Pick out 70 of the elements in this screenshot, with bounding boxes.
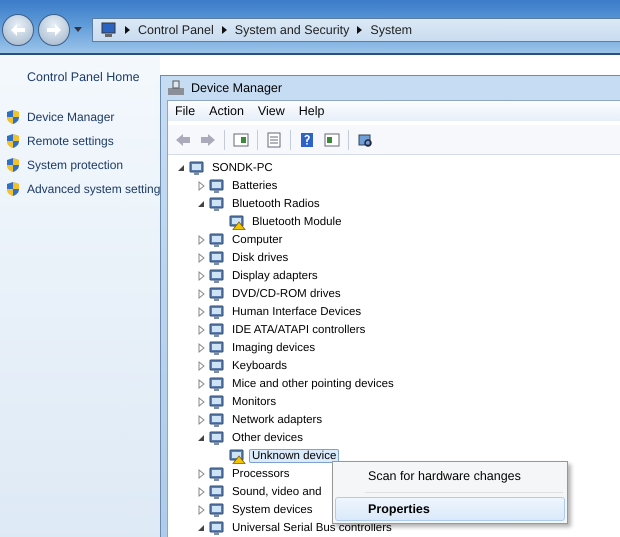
expand-arrow[interactable]: [196, 325, 206, 335]
collapse-arrow[interactable]: [196, 433, 206, 443]
breadcrumb-link[interactable]: Control Panel: [138, 22, 214, 36]
task-link[interactable]: System protection: [27, 158, 124, 172]
tree-item[interactable]: Keyboards: [229, 359, 290, 373]
address-bar[interactable]: Control Panel System and Security System: [92, 18, 620, 42]
tree-item[interactable]: Other devices: [229, 431, 306, 445]
context-menu-item[interactable]: Scan for hardware changes: [335, 464, 565, 488]
app-icon: [167, 80, 185, 96]
tree-item[interactable]: System devices: [229, 503, 316, 517]
tree-item[interactable]: Disk drives: [229, 251, 292, 265]
tree-item[interactable]: Imaging devices: [229, 341, 318, 355]
task-link[interactable]: Advanced system setting: [27, 182, 160, 196]
window-title: Device Manager: [191, 81, 282, 95]
collapse-arrow[interactable]: [196, 199, 206, 209]
forward-arrow-icon: [47, 24, 61, 36]
computer-icon: [99, 22, 117, 38]
tree-item[interactable]: Display adapters: [229, 269, 321, 283]
context-menu-item[interactable]: Properties: [335, 497, 565, 521]
back-button[interactable]: [2, 14, 34, 46]
tree-item[interactable]: Unknown device: [249, 449, 340, 463]
expand-arrow[interactable]: [196, 181, 206, 191]
expand-arrow[interactable]: [196, 487, 206, 497]
breadcrumb-link[interactable]: System: [370, 22, 412, 36]
dropdown-icon[interactable]: [74, 27, 82, 32]
collapse-arrow[interactable]: [176, 163, 186, 173]
forward-button[interactable]: [38, 14, 70, 46]
expand-arrow[interactable]: [196, 289, 206, 299]
shield-icon: [5, 133, 21, 149]
expand-arrow[interactable]: [196, 361, 206, 371]
back-arrow-icon: [11, 24, 25, 36]
task-link[interactable]: Device Manager: [27, 110, 114, 124]
caret-icon: [125, 26, 130, 34]
shield-icon: [5, 181, 21, 197]
tree-item[interactable]: Network adapters: [229, 413, 326, 427]
menu-item[interactable]: View: [250, 101, 292, 121]
tree-item[interactable]: DVD/CD-ROM drives: [229, 287, 344, 301]
caret-icon: [222, 26, 227, 34]
tree-item[interactable]: Bluetooth Module: [249, 215, 345, 229]
tree-item[interactable]: SONDK-PC: [209, 161, 276, 175]
expand-arrow[interactable]: [196, 469, 206, 479]
tree-item[interactable]: Bluetooth Radios: [229, 197, 323, 211]
tree-item[interactable]: Computer: [229, 233, 286, 247]
expand-arrow[interactable]: [196, 307, 206, 317]
menu-item[interactable]: Action: [202, 101, 251, 121]
expand-arrow[interactable]: [196, 415, 206, 425]
tree-item[interactable]: Mice and other pointing devices: [229, 377, 397, 391]
breadcrumb-link[interactable]: System and Security: [234, 22, 350, 36]
menu-item[interactable]: File: [168, 101, 202, 121]
menu-item[interactable]: Help: [292, 101, 332, 121]
expand-arrow[interactable]: [196, 379, 206, 389]
tree-item[interactable]: Batteries: [229, 179, 280, 193]
expand-arrow[interactable]: [196, 235, 206, 245]
tree-item[interactable]: Universal Serial Bus controllers: [229, 521, 395, 535]
collapse-arrow[interactable]: [196, 523, 206, 533]
tree-item[interactable]: Sound, video and: [229, 485, 325, 499]
caret-icon: [357, 26, 362, 34]
expand-arrow[interactable]: [196, 505, 206, 515]
home-link[interactable]: Control Panel Home: [27, 70, 160, 84]
tree-item[interactable]: IDE ATA/ATAPI controllers: [229, 323, 368, 337]
shield-icon: [5, 109, 21, 125]
tree-item[interactable]: Processors: [229, 467, 293, 481]
expand-arrow[interactable]: [196, 397, 206, 407]
tree-item[interactable]: Monitors: [229, 395, 280, 409]
shield-icon: [5, 157, 21, 173]
expand-arrow[interactable]: [196, 253, 206, 263]
expand-arrow[interactable]: [196, 343, 206, 353]
expand-arrow[interactable]: [196, 271, 206, 281]
tree-item[interactable]: Human Interface Devices: [229, 305, 364, 319]
task-link[interactable]: Remote settings: [27, 134, 114, 148]
